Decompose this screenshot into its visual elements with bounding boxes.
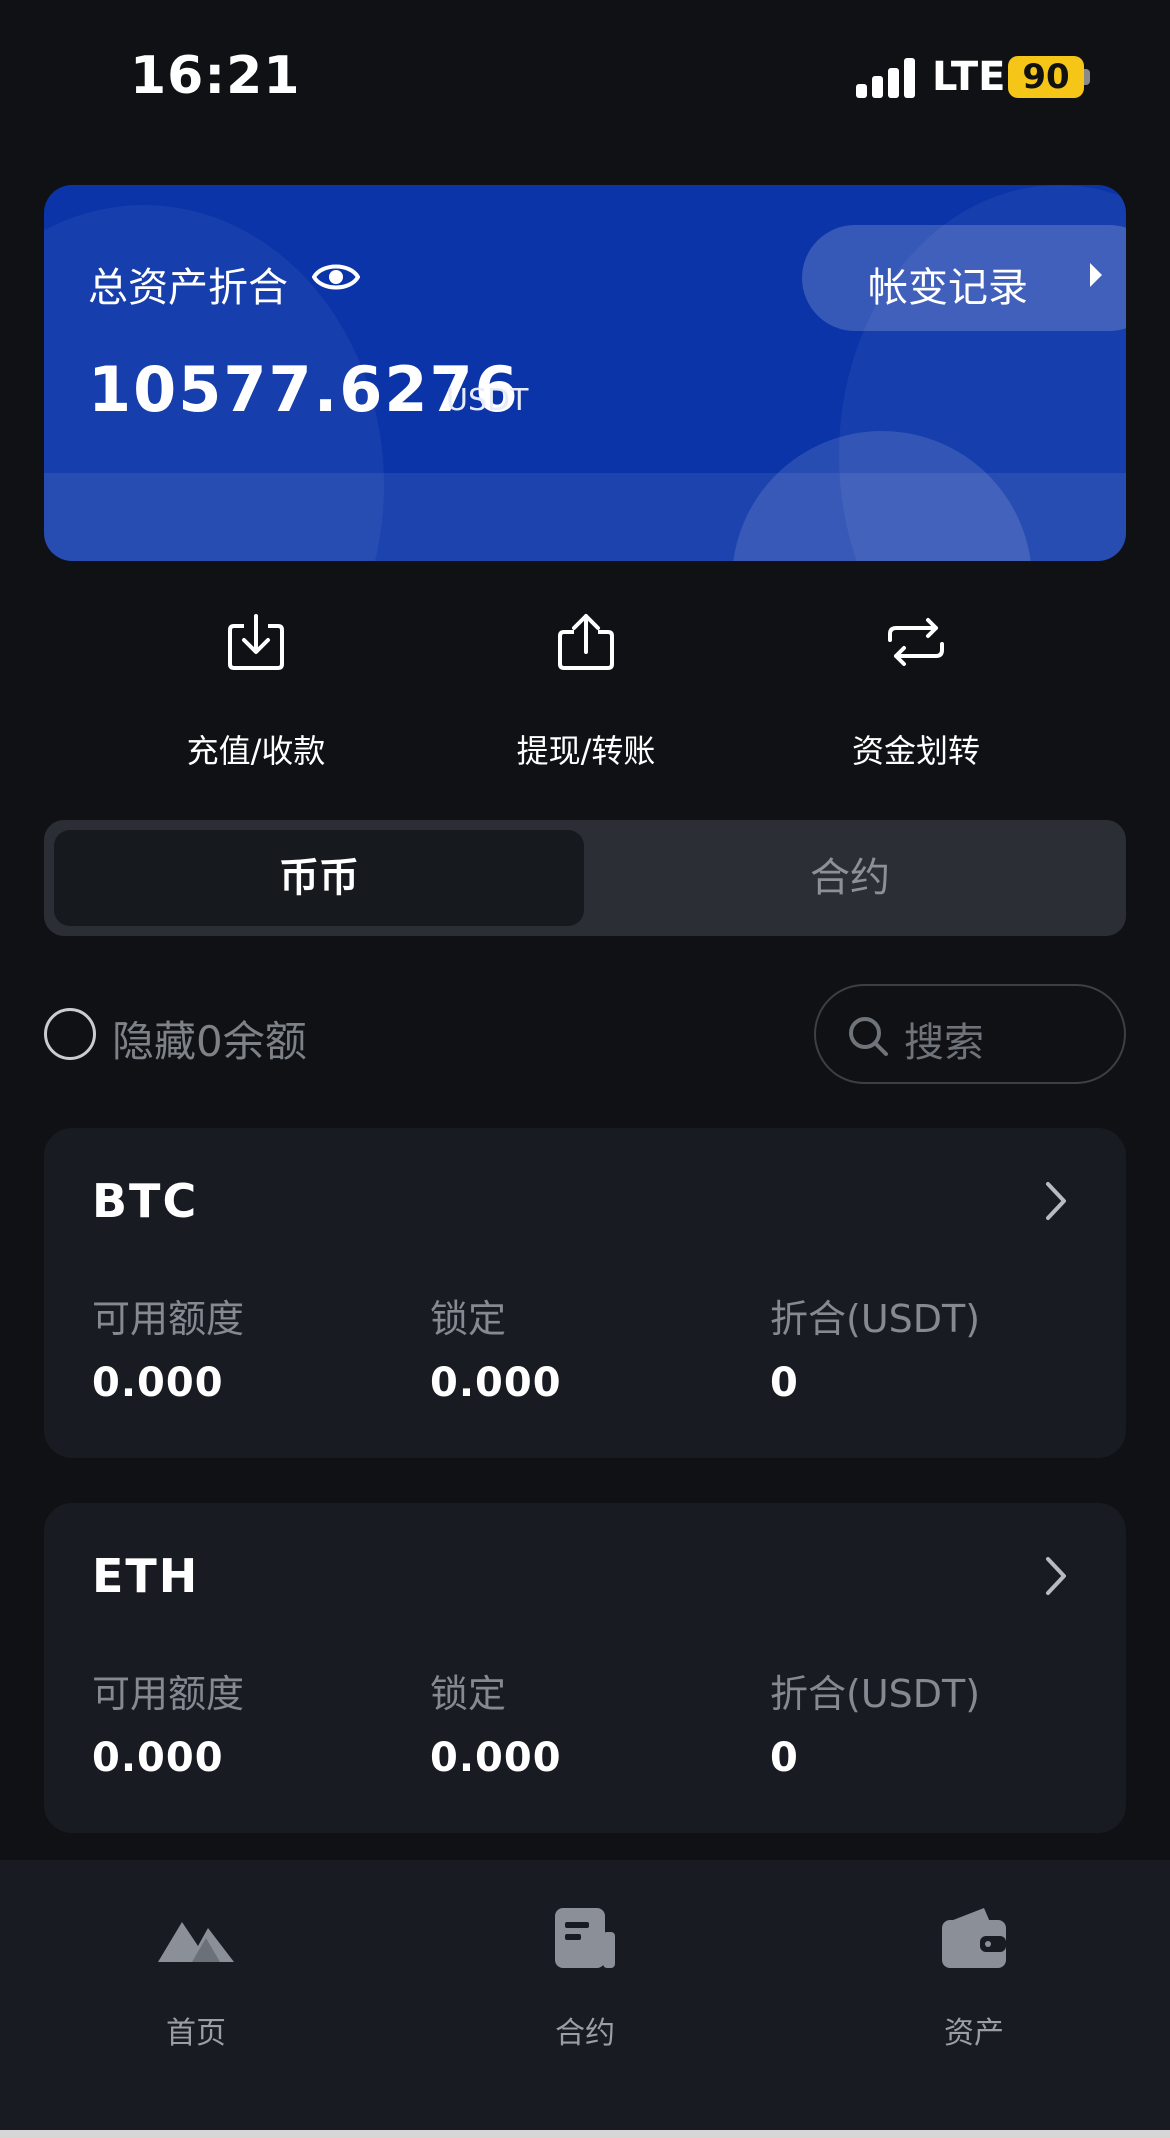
network-type: LTE xyxy=(932,54,1006,100)
home-icon xyxy=(158,1922,234,1962)
withdraw-button[interactable]: 提现/转账 xyxy=(456,610,716,780)
worth-label: 折合(USDT) xyxy=(770,1297,981,1341)
chevron-right-icon xyxy=(1046,1557,1066,1595)
account-type-segment: 币币 合约 xyxy=(44,820,1126,936)
tab-contract[interactable]: 合约 xyxy=(584,830,1116,926)
withdraw-icon xyxy=(558,614,614,670)
transfer-button[interactable]: 资金划转 xyxy=(786,610,1046,780)
worth-label: 折合(USDT) xyxy=(770,1672,981,1716)
home-indicator xyxy=(0,2130,1170,2138)
nav-assets[interactable]: 资产 xyxy=(874,1904,1074,2054)
worth-value: 0 xyxy=(770,1735,799,1781)
locked-value: 0.000 xyxy=(430,1735,562,1781)
account-records-label: 帐变记录 xyxy=(868,265,1028,311)
coin-card-eth[interactable]: ETH 可用额度 锁定 折合(USDT) 0.000 0.000 0 xyxy=(44,1503,1126,1833)
available-value: 0.000 xyxy=(92,1360,224,1406)
withdraw-label: 提现/转账 xyxy=(516,732,656,770)
transfer-icon xyxy=(888,618,944,666)
deposit-button[interactable]: 充值/收款 xyxy=(126,610,386,780)
battery-tip xyxy=(1084,69,1090,85)
available-value: 0.000 xyxy=(92,1735,224,1781)
locked-label: 锁定 xyxy=(430,1297,507,1341)
hide-zero-balance-checkbox[interactable] xyxy=(44,1008,96,1060)
total-assets-unit: USDT xyxy=(446,383,529,418)
contract-icon xyxy=(555,1908,615,1968)
signal-icon xyxy=(856,58,916,98)
nav-contract-label: 合约 xyxy=(555,2016,615,2051)
hide-zero-balance-label[interactable]: 隐藏0余额 xyxy=(112,1008,307,1069)
assets-page: 16:21 LTE 90 总资产折合 10577.6276 USDT 帐变记录 xyxy=(0,0,1170,2138)
search-icon xyxy=(849,1017,888,1056)
worth-value: 0 xyxy=(770,1360,799,1406)
chevron-right-icon xyxy=(1046,1182,1066,1220)
transfer-label: 资金划转 xyxy=(851,732,980,770)
available-label: 可用额度 xyxy=(92,1297,245,1341)
deposit-icon xyxy=(228,614,284,670)
locked-value: 0.000 xyxy=(430,1360,562,1406)
battery-icon: 90 xyxy=(1008,56,1084,98)
eye-icon[interactable] xyxy=(312,257,360,297)
status-time: 16:21 xyxy=(130,46,301,106)
wallet-icon xyxy=(942,1908,1006,1968)
bottom-nav: 首页 合约 资产 xyxy=(0,1860,1170,2138)
locked-label: 锁定 xyxy=(430,1672,507,1716)
total-assets-label: 总资产折合 xyxy=(88,265,288,311)
nav-contract[interactable]: 合约 xyxy=(485,1904,685,2054)
nav-home[interactable]: 首页 xyxy=(96,1904,296,2054)
coin-name: ETH xyxy=(92,1549,200,1603)
search-input[interactable]: 搜索 xyxy=(814,984,1126,1084)
nav-home-label: 首页 xyxy=(166,2016,226,2051)
account-records-button[interactable]: 帐变记录 xyxy=(802,225,1126,331)
search-placeholder: 搜索 xyxy=(904,1020,984,1066)
caret-right-icon xyxy=(1090,263,1102,287)
status-bar: 16:21 LTE 90 xyxy=(0,0,1170,160)
deposit-label: 充值/收款 xyxy=(186,732,326,770)
nav-assets-label: 资产 xyxy=(944,2016,1004,2051)
coin-card-btc[interactable]: BTC 可用额度 锁定 折合(USDT) 0.000 0.000 0 xyxy=(44,1128,1126,1458)
total-assets-card: 总资产折合 10577.6276 USDT 帐变记录 xyxy=(44,185,1126,561)
coin-name: BTC xyxy=(92,1174,199,1228)
tab-spot[interactable]: 币币 xyxy=(54,830,584,926)
available-label: 可用额度 xyxy=(92,1672,245,1716)
